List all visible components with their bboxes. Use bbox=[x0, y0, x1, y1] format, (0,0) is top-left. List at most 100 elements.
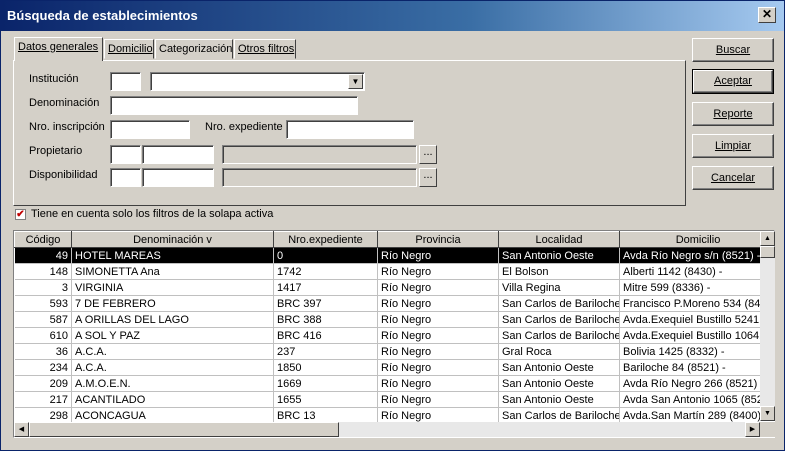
column-header-codigo[interactable]: Código bbox=[14, 231, 72, 248]
column-header-denominacion[interactable]: Denominación v bbox=[71, 231, 274, 248]
cell-denominacion: A.C.A. bbox=[71, 343, 274, 360]
table-row[interactable]: 3 VIRGINIA 1417 Río Negro Villa Regina Mitre … bbox=[14, 279, 774, 296]
cell-provincia: Río Negro bbox=[377, 263, 499, 280]
tab-label: Otros filtros bbox=[238, 43, 295, 55]
cell-domicilio: Francisco P.Moreno 534 (840 bbox=[619, 295, 774, 312]
propietario-name-field bbox=[222, 145, 417, 164]
cancelar-button[interactable]: Cancelar bbox=[692, 166, 774, 190]
tab-categorizacion[interactable]: Categorización bbox=[155, 39, 233, 59]
cell-denominacion: A.C.A. bbox=[71, 359, 274, 376]
cell-localidad: Gral Roca bbox=[498, 343, 620, 360]
tab-label: Datos generales bbox=[18, 41, 99, 53]
cell-provincia: Río Negro bbox=[377, 359, 499, 376]
cell-nro-expediente: BRC 416 bbox=[273, 327, 378, 344]
cell-denominacion: SIMONETTA Ana bbox=[71, 263, 274, 280]
cell-provincia: Río Negro bbox=[377, 247, 499, 264]
scroll-right-arrow-icon[interactable]: ▶ bbox=[745, 422, 760, 437]
cell-nro-expediente: 1655 bbox=[273, 391, 378, 408]
grid-header-row: Código Denominación v Nro.expediente Pro… bbox=[14, 231, 774, 248]
column-header-provincia[interactable]: Provincia bbox=[377, 231, 499, 248]
disponibilidad-code-field[interactable] bbox=[110, 168, 141, 187]
cell-domicilio: Avda.Exequiel Bustillo 10641 bbox=[619, 327, 774, 344]
nro-expediente-field[interactable] bbox=[286, 120, 414, 139]
nro-inscripcion-field[interactable] bbox=[110, 120, 190, 139]
limpiar-button[interactable]: Limpiar bbox=[692, 134, 774, 158]
column-header-nro-expediente[interactable]: Nro.expediente bbox=[273, 231, 378, 248]
tab-domicilio[interactable]: Domicilio bbox=[104, 39, 154, 59]
cell-denominacion: A.M.O.E.N. bbox=[71, 375, 274, 392]
table-row[interactable]: 587 A ORILLAS DEL LAGO BRC 388 Río Negro San… bbox=[14, 311, 774, 328]
cell-nro-expediente: 1850 bbox=[273, 359, 378, 376]
cell-denominacion: A ORILLAS DEL LAGO bbox=[71, 311, 274, 328]
cell-denominacion: 7 DE FEBRERO bbox=[71, 295, 274, 312]
tab-datos-generales[interactable]: Datos generales bbox=[14, 37, 103, 61]
cell-codigo: 587 bbox=[14, 311, 72, 328]
chevron-down-icon[interactable]: ▼ bbox=[348, 74, 363, 89]
column-header-localidad[interactable]: Localidad bbox=[498, 231, 620, 248]
tab-panel-datos-generales: Institución ▼ Denominación Nro. inscripc… bbox=[13, 60, 686, 206]
table-row[interactable]: 148 SIMONETTA Ana 1742 Río Negro El Bolson Al… bbox=[14, 263, 774, 280]
cell-provincia: Río Negro bbox=[377, 311, 499, 328]
institucion-code-field[interactable] bbox=[110, 72, 141, 91]
reporte-button[interactable]: Reporte bbox=[692, 102, 774, 126]
table-row[interactable]: 610 A SOL Y PAZ BRC 416 Río Negro San Carlos… bbox=[14, 327, 774, 344]
cell-domicilio: Avda Río Negro s/n (8521) - bbox=[619, 247, 774, 264]
active-tab-filter-checkbox[interactable]: ✔ bbox=[15, 209, 26, 220]
propietario-browse-button[interactable]: ... bbox=[419, 145, 437, 164]
table-row[interactable]: 217 ACANTILADO 1655 Río Negro San Antonio Oe… bbox=[14, 391, 774, 408]
scroll-left-arrow-icon[interactable]: ◀ bbox=[14, 422, 29, 437]
cell-nro-expediente: 1417 bbox=[273, 279, 378, 296]
institucion-dropdown[interactable]: ▼ bbox=[150, 72, 365, 91]
cell-codigo: 217 bbox=[14, 391, 72, 408]
table-row[interactable]: 209 A.M.O.E.N. 1669 Río Negro San Antonio Oe… bbox=[14, 375, 774, 392]
institucion-label: Institución bbox=[29, 73, 79, 85]
cell-domicilio: Avda.Exequiel Bustillo 5241 ( bbox=[619, 311, 774, 328]
results-table: Código Denominación v Nro.expediente Pro… bbox=[14, 231, 774, 424]
cell-localidad: San Antonio Oeste bbox=[498, 375, 620, 392]
cell-codigo: 148 bbox=[14, 263, 72, 280]
cell-localidad: El Bolson bbox=[498, 263, 620, 280]
tab-label: Domicilio bbox=[108, 43, 153, 55]
disponibilidad-number-field[interactable] bbox=[142, 168, 214, 187]
vertical-scrollbar[interactable]: ▲ ▼ bbox=[760, 231, 775, 421]
propietario-number-field[interactable] bbox=[142, 145, 214, 164]
cell-codigo: 209 bbox=[14, 375, 72, 392]
cell-localidad: San Carlos de Bariloche bbox=[498, 295, 620, 312]
cell-provincia: Río Negro bbox=[377, 375, 499, 392]
disponibilidad-label: Disponibilidad bbox=[29, 169, 98, 181]
tab-otros-filtros[interactable]: Otros filtros bbox=[234, 39, 296, 59]
close-button[interactable]: ✕ bbox=[758, 7, 776, 23]
cell-nro-expediente: 0 bbox=[273, 247, 378, 264]
disponibilidad-browse-button[interactable]: ... bbox=[419, 168, 437, 187]
cell-denominacion: A SOL Y PAZ bbox=[71, 327, 274, 344]
scroll-down-arrow-icon[interactable]: ▼ bbox=[760, 406, 775, 421]
cell-domicilio: Alberti 1142 (8430) - bbox=[619, 263, 774, 280]
scroll-up-arrow-icon[interactable]: ▲ bbox=[760, 231, 775, 246]
cell-provincia: Río Negro bbox=[377, 279, 499, 296]
buscar-button[interactable]: Buscar bbox=[692, 38, 774, 62]
disponibilidad-name-field bbox=[222, 168, 417, 187]
denominacion-field[interactable] bbox=[110, 96, 358, 115]
vertical-scroll-thumb[interactable] bbox=[760, 246, 775, 258]
window-title: Búsqueda de establecimientos bbox=[7, 8, 198, 23]
cell-localidad: San Antonio Oeste bbox=[498, 359, 620, 376]
table-row[interactable]: 36 A.C.A. 237 Río Negro Gral Roca Bolivia 142… bbox=[14, 343, 774, 360]
table-row[interactable]: 234 A.C.A. 1850 Río Negro San Antonio Oeste B… bbox=[14, 359, 774, 376]
column-header-domicilio[interactable]: Domicilio bbox=[619, 231, 774, 248]
cell-denominacion: VIRGINIA bbox=[71, 279, 274, 296]
table-row[interactable]: 593 7 DE FEBRERO BRC 397 Río Negro San Carlo… bbox=[14, 295, 774, 312]
cell-codigo: 234 bbox=[14, 359, 72, 376]
results-grid[interactable]: Código Denominación v Nro.expediente Pro… bbox=[13, 230, 775, 438]
cell-domicilio: Mitre 599 (8336) - bbox=[619, 279, 774, 296]
propietario-code-field[interactable] bbox=[110, 145, 141, 164]
scrollbar-corner bbox=[760, 422, 775, 437]
search-dialog: Búsqueda de establecimientos ✕ Datos gen… bbox=[0, 0, 785, 451]
cell-domicilio: Avda Río Negro 266 (8521) - bbox=[619, 375, 774, 392]
cell-codigo: 3 bbox=[14, 279, 72, 296]
denominacion-label: Denominación bbox=[29, 97, 100, 109]
title-bar[interactable]: Búsqueda de establecimientos ✕ bbox=[1, 1, 784, 31]
horizontal-scroll-thumb[interactable] bbox=[29, 422, 339, 437]
aceptar-button[interactable]: Aceptar bbox=[692, 69, 774, 94]
table-row[interactable]: 49 HOTEL MAREAS 0 Río Negro San Antonio Oest… bbox=[14, 247, 774, 264]
horizontal-scrollbar[interactable]: ◀ ▶ bbox=[14, 422, 760, 437]
